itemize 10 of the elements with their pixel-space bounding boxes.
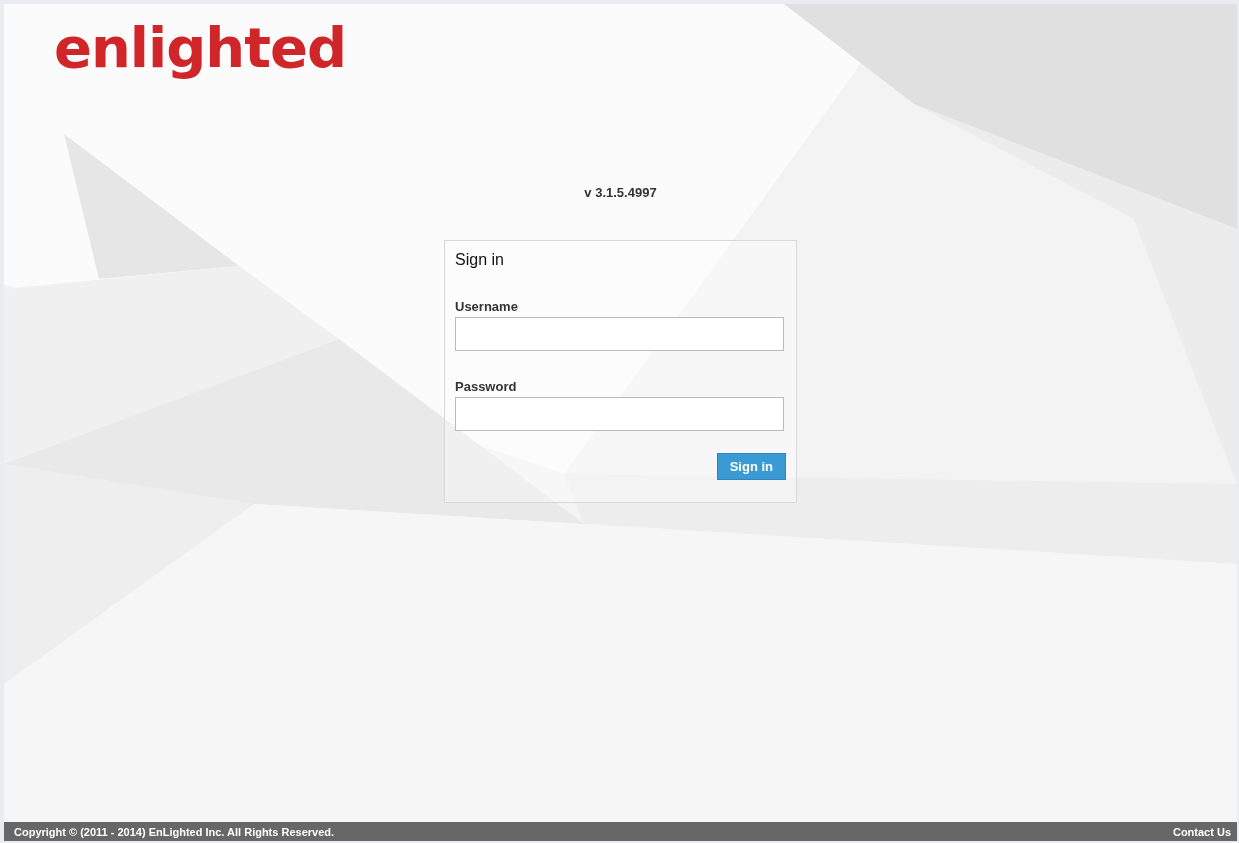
logo: enlighted: [54, 14, 347, 82]
input-field[interactable]: [455, 397, 784, 432]
field-label: Username: [455, 299, 519, 315]
contact-link[interactable]: Contact Us: [1172, 825, 1231, 838]
copyright-text: Copyright © (2011 - 2014) EnLighted Inc. All Rights Reserved.: [14, 825, 335, 838]
sign-in-button[interactable]: Sign in: [716, 453, 786, 481]
field-label: Password: [455, 379, 518, 395]
version-text: v 3.1.5.4997: [584, 185, 657, 201]
input-field[interactable]: [455, 317, 784, 352]
panel-title: Sign in: [455, 251, 505, 270]
